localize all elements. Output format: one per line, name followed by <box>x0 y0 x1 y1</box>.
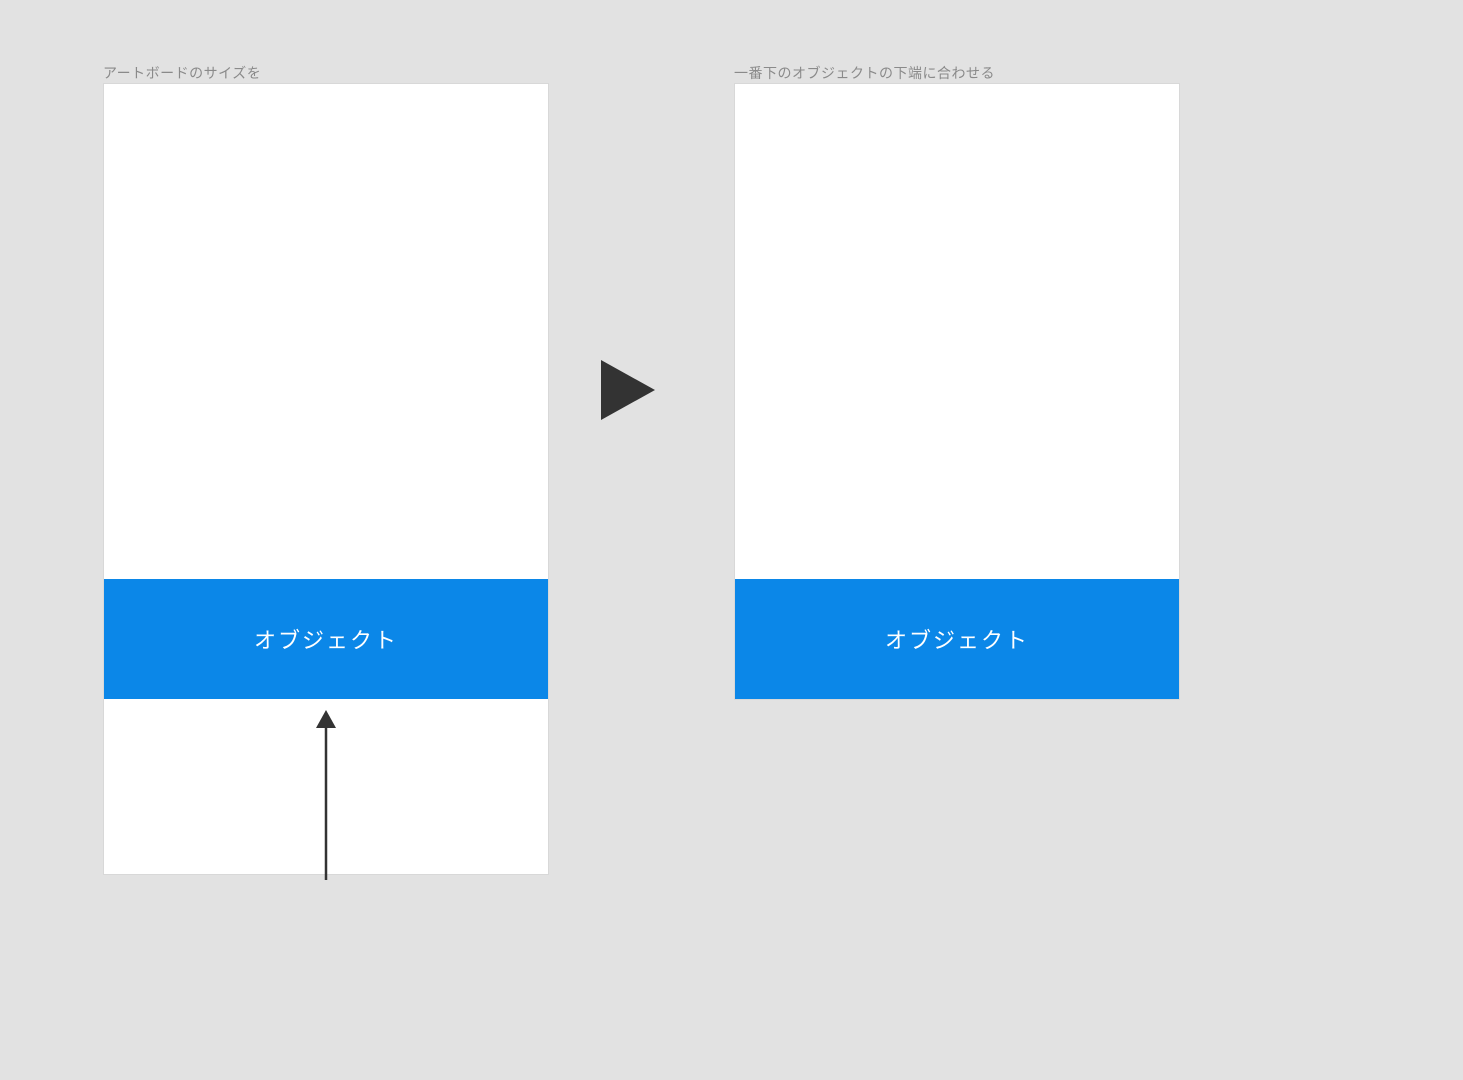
artboard-after: オブジェクト <box>734 83 1180 700</box>
object-label-after: オブジェクト <box>885 623 1029 655</box>
artboard-before: オブジェクト <box>103 83 549 875</box>
object-bar-before: オブジェクト <box>104 579 548 699</box>
object-bar-after: オブジェクト <box>735 579 1179 699</box>
object-label-before: オブジェクト <box>254 623 398 655</box>
play-arrow-icon <box>593 355 663 425</box>
label-right-artboard: 一番下のオブジェクトの下端に合わせる <box>734 63 995 83</box>
arrow-up-icon <box>314 710 338 880</box>
label-left-artboard: アートボードのサイズを <box>103 63 261 83</box>
